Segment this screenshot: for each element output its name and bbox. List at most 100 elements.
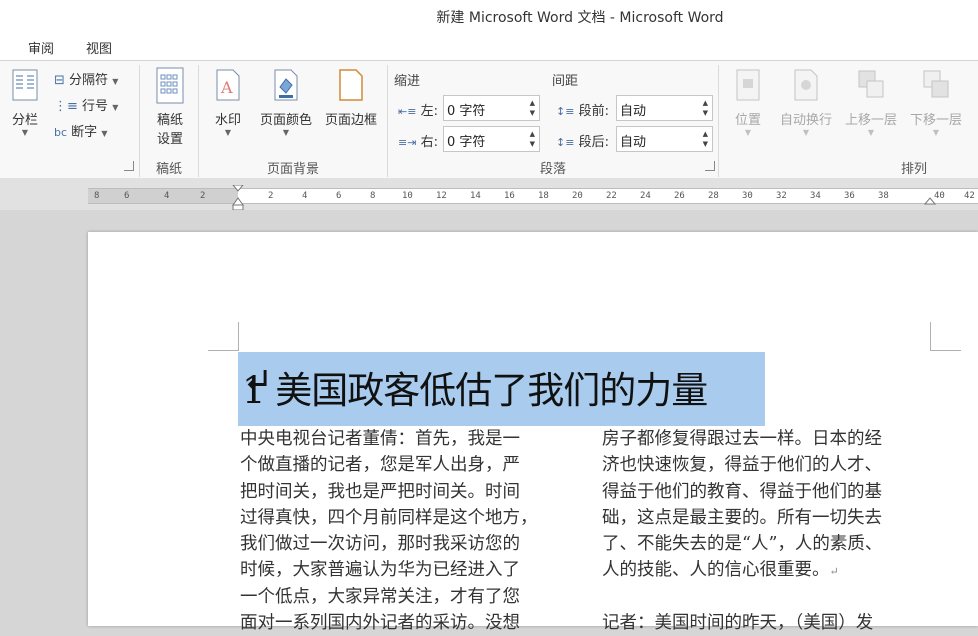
draft-paper-settings-button[interactable]: 稿纸 设置	[148, 67, 192, 147]
spacing-before-label: 段前:	[578, 104, 609, 119]
chevron-down-icon: ▼	[932, 128, 940, 137]
chevron-down-icon: ▼	[744, 128, 752, 137]
text-line: 时候，大家普遍认为华为已经进入了	[240, 560, 520, 581]
left-column[interactable]: 中央电视台记者董倩：首先，我是一 个做直播的记者，您是军人出身，严 把时间关，我…	[240, 426, 538, 636]
spinner-arrows-icon[interactable]: ▲ ▼	[703, 98, 708, 118]
chevron-down-icon: ▼	[224, 128, 232, 137]
page-borders-button[interactable]: 页面边框	[320, 69, 382, 128]
indent-left-label: 左:	[420, 104, 438, 119]
breaks-button[interactable]: ⊟ 分隔符 ▼	[54, 69, 118, 88]
spacing-after-label-group: ↕≡ 段后:	[556, 131, 609, 150]
hyphenation-button[interactable]: bc 断字 ▼	[54, 121, 107, 140]
columns-button[interactable]: 分栏 ▼	[8, 69, 42, 137]
ruler-tick: 42	[964, 191, 975, 201]
ruler-tick: 32	[776, 191, 787, 201]
columns-icon	[12, 69, 38, 101]
send-backward-icon	[923, 70, 949, 98]
chevron-down-icon: ▼	[21, 128, 29, 137]
text-line: 了、不能失去的是“人”，人的素质、	[602, 534, 883, 555]
indent-right-label-group: ≡⇥ 右:	[398, 131, 438, 150]
ribbon-tabs: 审阅 视图	[0, 34, 978, 60]
group-label-page-background: 页面背景	[266, 162, 319, 177]
paragraph-launcher-icon[interactable]	[705, 161, 715, 171]
ruler-tick: 26	[674, 191, 685, 201]
indent-right-icon: ≡⇥	[398, 136, 417, 149]
bring-forward-icon	[858, 70, 884, 98]
document-heading-selected[interactable]: 1 美国政客低估了我们的力量 ↵	[238, 352, 765, 426]
spacing-before-icon: ↕≡	[556, 105, 575, 118]
wrap-text-button[interactable]: 自动换行 ▼	[776, 69, 836, 137]
text-line: 个做直播的记者，您是军人出身，严	[240, 455, 520, 476]
indent-left-spinner[interactable]: 0 字符 ▲ ▼	[443, 95, 540, 121]
indent-left-value: 0 字符	[447, 104, 486, 119]
text-line-last: 人的技能、人的信心很重要。↵	[602, 560, 839, 581]
text-line: 一个低点，大家异常关注，才有了您	[240, 586, 520, 607]
spacing-before-spinner[interactable]: 自动 ▲ ▼	[616, 95, 713, 121]
horizontal-ruler[interactable]: 8 6 4 2 2 4 6 8 10 12 14 16 18 20 22 24 …	[88, 185, 978, 211]
spinner-arrows-icon[interactable]: ▲ ▼	[703, 129, 708, 149]
paragraph-mark-icon: ↵	[242, 360, 273, 403]
ruler-tick: 2	[268, 191, 274, 201]
chevron-down-icon: ▼	[282, 128, 290, 137]
tab-review[interactable]: 审阅	[28, 38, 54, 57]
spinner-arrows-icon[interactable]: ▲ ▼	[530, 98, 535, 118]
ruler-tick: 38	[878, 191, 889, 201]
ruler-tick: 36	[844, 191, 855, 201]
ruler-margin-shade	[88, 189, 238, 203]
ribbon: 分栏 ▼ ⊟ 分隔符 ▼ ⋮≡ 行号 ▼ bc 断字 ▼ 稿纸 设置 稿纸 A …	[0, 60, 978, 180]
spacing-header: 间距	[552, 74, 579, 89]
bring-forward-button[interactable]: 上移一层 ▼	[840, 69, 902, 137]
position-button[interactable]: 位置 ▼	[728, 69, 768, 137]
spacing-after-value: 自动	[620, 135, 647, 150]
window-title: 新建 Microsoft Word 文档 - Microsoft Word	[436, 10, 724, 26]
tab-view[interactable]: 视图	[86, 38, 112, 57]
spacing-before-label-group: ↕≡ 段前:	[556, 100, 609, 119]
indent-marker-icon[interactable]	[231, 185, 245, 211]
line-numbers-label: 行号	[82, 99, 109, 114]
hyphenation-label: 断字	[71, 125, 98, 140]
chevron-down-icon: ▼	[101, 129, 108, 138]
watermark-icon: A	[216, 69, 240, 101]
text-line: 房子都修复得跟过去一样。日本的经	[602, 429, 882, 449]
page-color-button[interactable]: 页面颜色 ▼	[256, 69, 316, 137]
svg-text:A: A	[220, 78, 233, 97]
indent-right-spinner[interactable]: 0 字符 ▲ ▼	[443, 126, 540, 152]
ruler-tick: 8	[370, 191, 376, 201]
indent-right-value: 0 字符	[447, 135, 486, 150]
crop-mark-top-left	[208, 322, 239, 351]
draft-paper-label-line1: 稿纸	[156, 113, 183, 128]
spacing-after-spinner[interactable]: 自动 ▲ ▼	[616, 126, 713, 152]
watermark-button[interactable]: A 水印 ▼	[208, 69, 248, 137]
text-line: 济也快速恢复，得益于他们的人才、	[602, 455, 882, 476]
text-line: 面对一系列国内外记者的采访。没想	[240, 613, 520, 634]
spacing-before-value: 自动	[620, 104, 647, 119]
indent-left-label-group: ⇤≡ 左:	[398, 100, 438, 119]
position-icon	[736, 69, 760, 101]
ruler-tick: 16	[504, 191, 515, 201]
breaks-label: 分隔符	[69, 73, 109, 88]
ruler-tick: 24	[640, 191, 651, 201]
ruler-tick: 14	[470, 191, 481, 201]
chevron-down-icon: ▼	[867, 128, 875, 137]
page-color-label: 页面颜色	[259, 113, 312, 128]
spinner-arrows-icon[interactable]: ▲ ▼	[530, 129, 535, 149]
indent-header: 缩进	[394, 74, 421, 89]
watermark-label: 水印	[214, 113, 241, 128]
line-numbers-button[interactable]: ⋮≡ 行号 ▼	[54, 95, 118, 114]
ruler-tick: 4	[164, 191, 170, 201]
ruler-tick: 6	[336, 191, 342, 201]
text-line: 记者：美国时间的昨天，（美国）发	[602, 612, 874, 633]
text-line: 中央电视台记者董倩：首先，我是一	[240, 429, 520, 449]
page-setup-launcher-icon[interactable]	[124, 161, 134, 171]
ruler-tick: 12	[436, 191, 447, 201]
line-numbers-icon: ⋮≡	[54, 99, 78, 114]
right-column[interactable]: 房子都修复得跟过去一样。日本的经 济也快速恢复，得益于他们的人才、 得益于他们的…	[602, 426, 882, 636]
right-indent-marker-icon[interactable]	[924, 197, 936, 205]
spacing-after-label: 段后:	[578, 135, 609, 150]
send-backward-button[interactable]: 下移一层 ▼	[905, 69, 967, 137]
hyphenation-icon: bc	[54, 126, 68, 139]
ruler-tick: 10	[402, 191, 413, 201]
paragraph-mark-icon: ↵	[829, 565, 839, 579]
text-line: 础，这点是最主要的。所有一切失去	[602, 507, 882, 528]
